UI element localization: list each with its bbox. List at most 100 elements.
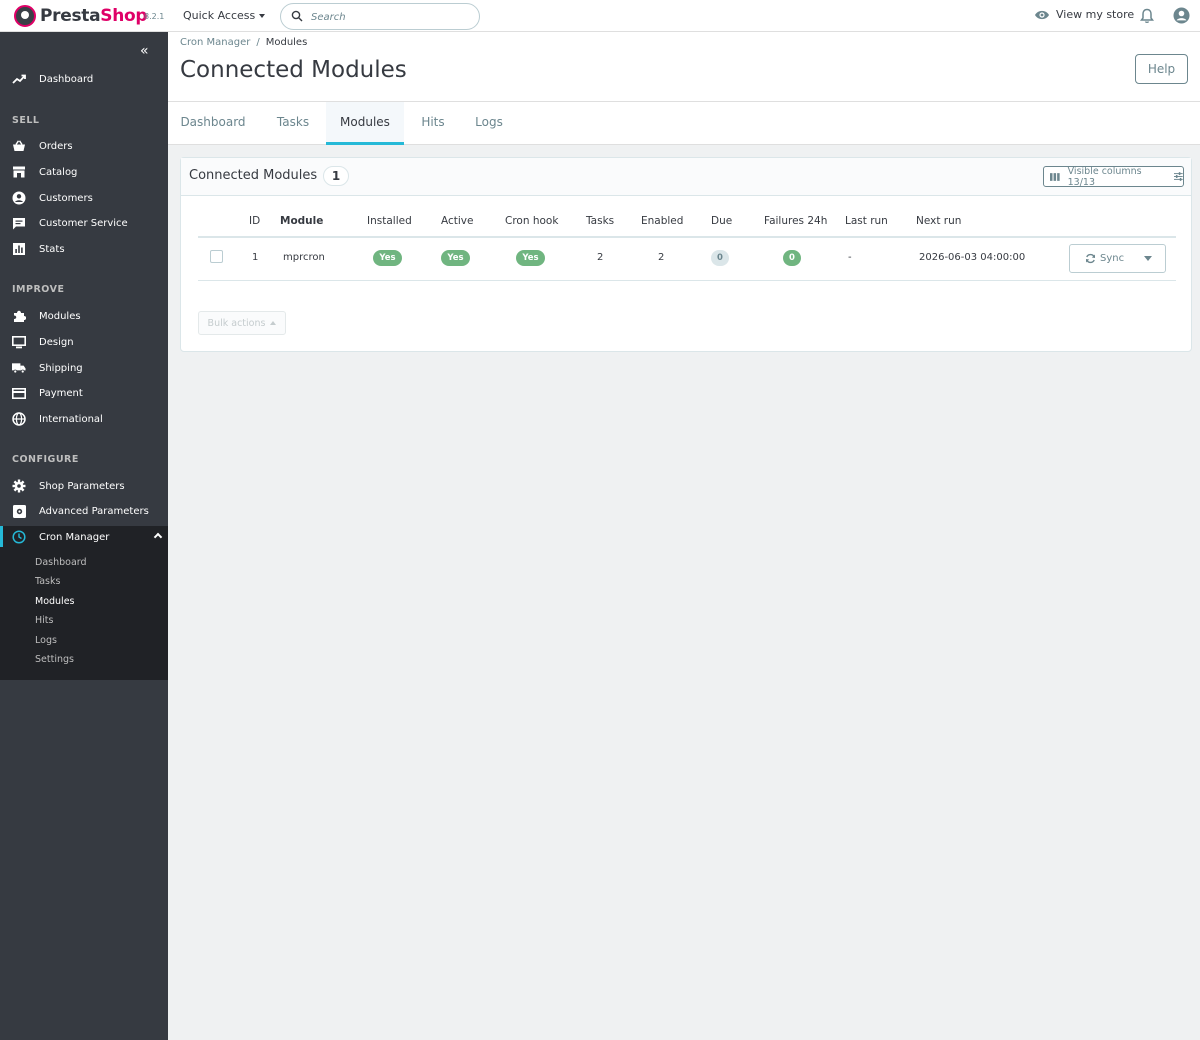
quick-access-dropdown[interactable]: Quick Access — [183, 9, 266, 22]
installed-status-badge: Yes — [373, 250, 402, 266]
sidebar-item-dashboard[interactable]: Dashboard — [0, 68, 168, 90]
top-header: PrestaShop 8.2.1 Quick Access View my st… — [0, 0, 1200, 32]
search-input[interactable] — [311, 8, 471, 26]
caret-up-icon — [270, 321, 277, 325]
sidebar-item-advanced-parameters[interactable]: Advanced Parameters — [0, 500, 168, 522]
breadcrumb-current: Modules — [265, 37, 308, 48]
submenu-item-modules[interactable]: Modules — [35, 596, 75, 607]
submenu-item-dashboard[interactable]: Dashboard — [35, 557, 87, 568]
clock-icon — [12, 530, 26, 544]
due-count-badge: 0 — [711, 250, 729, 266]
tab-dashboard[interactable]: Dashboard — [172, 102, 254, 145]
bar-chart-icon — [12, 242, 26, 256]
collapse-sidebar-icon[interactable]: « — [140, 43, 149, 59]
cron-hook-status-badge: Yes — [516, 250, 545, 266]
table-header-divider — [198, 236, 1176, 238]
column-header-cron-hook[interactable]: Cron hook — [505, 215, 558, 227]
tab-tasks[interactable]: Tasks — [262, 102, 324, 145]
breadcrumb-separator: / — [256, 37, 260, 48]
help-button[interactable]: Help — [1135, 54, 1188, 84]
cell-module: mprcron — [283, 252, 325, 263]
sync-button[interactable]: Sync — [1069, 244, 1166, 273]
submenu-item-logs[interactable]: Logs — [35, 635, 57, 646]
row-select-checkbox[interactable] — [210, 250, 223, 263]
column-header-id[interactable]: ID — [249, 215, 260, 227]
column-header-last-run[interactable]: Last run — [845, 215, 888, 227]
sidebar-item-customer-service[interactable]: Customer Service — [0, 212, 168, 234]
module-count-badge: 1 — [323, 166, 349, 186]
column-header-active[interactable]: Active — [441, 215, 473, 227]
puzzle-piece-icon — [12, 309, 26, 323]
account-avatar-icon[interactable] — [1173, 7, 1190, 24]
view-my-store-link[interactable]: View my store — [1034, 8, 1134, 21]
sidebar-item-payment[interactable]: Payment — [0, 382, 168, 404]
sidebar-item-modules[interactable]: Modules — [0, 305, 168, 327]
cell-next-run: 2026-06-03 04:00:00 — [919, 252, 1026, 263]
tab-bar: Dashboard Tasks Modules Hits Logs — [168, 101, 1200, 145]
column-header-due[interactable]: Due — [711, 215, 732, 227]
column-header-failures-24h[interactable]: Failures 24h — [764, 215, 827, 227]
search-icon — [291, 10, 303, 22]
tab-hits[interactable]: Hits — [408, 102, 458, 145]
desktop-monitor-icon — [12, 335, 26, 349]
submenu-item-settings[interactable]: Settings — [35, 654, 74, 665]
page-title: Connected Modules — [180, 57, 407, 83]
truck-icon — [12, 361, 26, 375]
logo-text: PrestaShop — [40, 6, 148, 26]
eye-icon — [1035, 10, 1049, 19]
column-header-enabled[interactable]: Enabled — [641, 215, 683, 227]
version-label: 8.2.1 — [144, 12, 165, 21]
sidebar: « Dashboard SELL Orders Catalog Customer… — [0, 32, 168, 1040]
table-row-divider — [198, 280, 1176, 281]
breadcrumb: Cron Manager / Modules — [180, 37, 307, 48]
sidebar-item-international[interactable]: International — [0, 408, 168, 430]
cell-tasks: 2 — [597, 252, 604, 263]
active-status-badge: Yes — [441, 250, 470, 266]
sidebar-item-catalog[interactable]: Catalog — [0, 161, 168, 183]
bulk-actions-button[interactable]: Bulk actions — [198, 311, 286, 335]
cell-last-run: - — [848, 252, 852, 263]
sidebar-item-shipping[interactable]: Shipping — [0, 357, 168, 379]
account-circle-icon — [12, 191, 26, 205]
tune-sliders-icon — [1174, 172, 1183, 181]
credit-card-icon — [12, 386, 26, 400]
tab-modules[interactable]: Modules — [326, 102, 404, 145]
search-box[interactable] — [280, 3, 480, 30]
actions-dropdown-caret-icon[interactable] — [1144, 256, 1152, 261]
cell-id: 1 — [252, 252, 259, 263]
failures-count-badge: 0 — [783, 250, 801, 266]
sidebar-item-stats[interactable]: Stats — [0, 238, 168, 260]
sidebar-item-design[interactable]: Design — [0, 331, 168, 353]
submenu-item-tasks[interactable]: Tasks — [35, 576, 60, 587]
cell-enabled: 2 — [658, 252, 665, 263]
connected-modules-panel: Connected Modules 1 Visible columns 13/1… — [180, 157, 1192, 352]
sidebar-item-shop-parameters[interactable]: Shop Parameters — [0, 475, 168, 497]
globe-icon — [12, 412, 26, 426]
column-header-tasks[interactable]: Tasks — [586, 215, 614, 227]
sidebar-item-orders[interactable]: Orders — [0, 135, 168, 157]
visible-columns-button[interactable]: Visible columns 13/13 — [1043, 166, 1184, 188]
caret-down-icon — [259, 14, 266, 18]
column-header-next-run[interactable]: Next run — [916, 215, 961, 227]
sidebar-section-improve: IMPROVE — [12, 284, 65, 295]
gear-icon — [12, 479, 26, 493]
tab-logs[interactable]: Logs — [466, 102, 512, 145]
notifications-bell-icon[interactable] — [1140, 8, 1154, 24]
panel-title: Connected Modules — [189, 168, 318, 183]
sidebar-section-sell: SELL — [12, 115, 40, 126]
sidebar-item-cron-manager[interactable]: Cron Manager — [0, 526, 168, 548]
settings-box-icon — [12, 504, 26, 518]
refresh-icon — [1086, 253, 1095, 264]
puffin-logo-icon — [14, 5, 36, 27]
column-header-module[interactable]: Module — [280, 215, 323, 227]
cron-manager-submenu: Dashboard Tasks Modules Hits Logs Settin… — [0, 547, 168, 680]
breadcrumb-parent[interactable]: Cron Manager — [180, 37, 250, 48]
page-header: Cron Manager / Modules Connected Modules H… — [168, 32, 1200, 101]
columns-grid-icon — [1050, 172, 1060, 181]
sidebar-item-customers[interactable]: Customers — [0, 187, 168, 209]
prestashop-logo[interactable]: PrestaShop — [14, 5, 148, 27]
submenu-item-hits[interactable]: Hits — [35, 615, 53, 626]
column-header-installed[interactable]: Installed — [367, 215, 412, 227]
panel-header: Connected Modules 1 Visible columns 13/1… — [181, 158, 1191, 196]
shopping-basket-icon — [12, 139, 26, 153]
